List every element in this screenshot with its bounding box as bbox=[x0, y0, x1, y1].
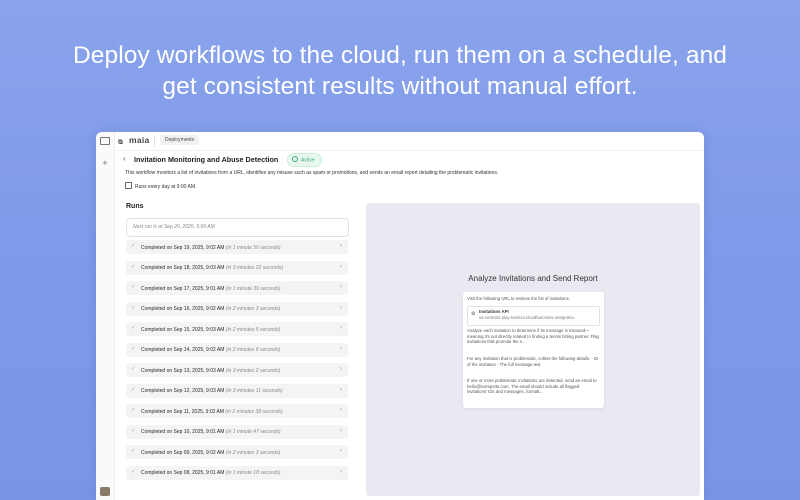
check-circle-icon: ✓ bbox=[131, 427, 136, 434]
chevron-right-icon: › bbox=[340, 366, 342, 372]
maia-logo-icon: ᴓ bbox=[118, 137, 124, 146]
run-label: Completed on Sep 12, 2025, 9:03 AM bbox=[141, 388, 225, 394]
run-duration: (in 2 minutes 3 seconds) bbox=[225, 449, 281, 456]
run-list: ✓ Completed on Sep 19, 2025, 9:02 AM (in … bbox=[126, 240, 348, 486]
next-run-box: Next run is at Sep 20, 2025, 9:00 AM bbox=[126, 218, 349, 237]
app-window: + ᴓ maia Deployments ‹ Invitation Monitor… bbox=[96, 132, 704, 500]
preview-intro: Visit the following URL to retrieve the … bbox=[467, 296, 570, 301]
run-item[interactable]: ✓ Completed on Sep 12, 2025, 9:03 AM (in … bbox=[126, 383, 348, 398]
gear-icon: ⚙ bbox=[471, 311, 476, 317]
hero-headline: Deploy workflows to the cloud, run them … bbox=[0, 40, 800, 102]
run-duration: (in 1 minute 39 seconds) bbox=[225, 285, 281, 292]
check-circle-icon: ✓ bbox=[131, 468, 136, 475]
preview-paragraph-3: If one or more problematic invitations a… bbox=[467, 378, 597, 395]
top-bar: ᴓ maia Deployments bbox=[114, 132, 704, 151]
run-item[interactable]: ✓ Completed on Sep 09, 2025, 9:02 AM (in … bbox=[126, 445, 348, 459]
back-chevron-icon[interactable]: ‹ bbox=[123, 154, 126, 163]
chevron-right-icon: › bbox=[340, 345, 342, 352]
check-circle-icon: ✓ bbox=[131, 366, 136, 372]
brand-name: maia bbox=[129, 135, 150, 145]
hero-headline-line-2: get consistent results without manual ef… bbox=[162, 73, 638, 100]
chevron-right-icon: › bbox=[340, 468, 342, 475]
api-name: Invitations API bbox=[479, 309, 509, 314]
chevron-right-icon: › bbox=[340, 243, 342, 249]
sidebar-toggle-icon[interactable] bbox=[100, 137, 110, 145]
run-label: Completed on Sep 18, 2025, 9:03 AM bbox=[141, 265, 225, 271]
check-circle-icon: ✓ bbox=[131, 345, 136, 352]
chevron-right-icon: › bbox=[340, 325, 342, 331]
run-duration: (in 1 minute 18 seconds) bbox=[225, 470, 281, 476]
run-label: Completed on Sep 15, 2025, 9:03 AM bbox=[141, 326, 225, 333]
chevron-right-icon: › bbox=[340, 284, 342, 290]
chevron-right-icon: › bbox=[340, 263, 342, 270]
run-item[interactable]: ✓ Completed on Sep 11, 2025, 9:02 AM (in … bbox=[126, 404, 348, 418]
plus-icon[interactable]: + bbox=[100, 158, 110, 168]
schedule-info: Runs every day at 9:00 AM. bbox=[125, 182, 196, 190]
run-duration: (in 2 minutes 8 seconds) bbox=[225, 347, 281, 353]
run-item[interactable]: ✓ Completed on Sep 14, 2025, 9:02 AM (in … bbox=[126, 342, 348, 357]
run-label: Completed on Sep 16, 2025, 9:02 AM bbox=[141, 306, 225, 312]
check-circle-icon: ✓ bbox=[131, 448, 136, 454]
hero-headline-line-1: Deploy workflows to the cloud, run them … bbox=[72, 42, 728, 69]
run-label: Completed on Sep 11, 2025, 9:02 AM bbox=[141, 408, 225, 415]
calendar-icon bbox=[125, 182, 132, 189]
check-circle-icon: ✓ bbox=[131, 304, 136, 311]
preview-title: Analyze Invitations and Send Report bbox=[468, 274, 598, 283]
run-duration: (in 1 minute 47 seconds) bbox=[225, 429, 281, 435]
run-duration: (in 1 minute 56 seconds) bbox=[225, 244, 281, 251]
status-badge: Active bbox=[287, 153, 322, 167]
workflow-description: This workflow monitors a list of invitat… bbox=[125, 170, 499, 176]
run-label: Completed on Sep 09, 2025, 9:02 AM bbox=[141, 449, 225, 456]
brand-logo[interactable]: ᴓ maia bbox=[118, 135, 150, 146]
run-item[interactable]: ✓ Completed on Sep 18, 2025, 9:03 AM (in … bbox=[126, 260, 348, 275]
run-item[interactable]: ✓ Completed on Sep 13, 2025, 9:03 AM (in … bbox=[126, 363, 348, 377]
run-label: Completed on Sep 19, 2025, 9:02 AM bbox=[141, 244, 225, 251]
run-item[interactable]: ✓ Completed on Sep 17, 2025, 9:01 AM (in … bbox=[126, 281, 348, 295]
run-item[interactable]: ✓ Completed on Sep 16, 2025, 9:02 AM (in … bbox=[126, 301, 348, 316]
run-item[interactable]: ✓ Completed on Sep 15, 2025, 9:03 AM (in … bbox=[126, 322, 348, 336]
avatar[interactable] bbox=[100, 487, 110, 496]
run-label: Completed on Sep 08, 2025, 9:01 AM bbox=[141, 470, 225, 476]
breadcrumb-deployments[interactable]: Deployments bbox=[160, 135, 200, 145]
run-label: Completed on Sep 17, 2025, 9:01 AM bbox=[141, 285, 225, 292]
api-block[interactable]: ⚙ Invitations API us-central1-play-tenni… bbox=[467, 306, 600, 326]
left-rail: + bbox=[96, 132, 115, 500]
check-circle-icon: ✓ bbox=[131, 386, 136, 393]
chevron-right-icon: › bbox=[340, 448, 342, 454]
run-label: Completed on Sep 13, 2025, 9:03 AM bbox=[141, 367, 225, 374]
chevron-right-icon: › bbox=[340, 427, 342, 434]
run-duration: (in 2 minutes 5 seconds) bbox=[225, 326, 281, 333]
runs-heading: Runs bbox=[126, 203, 144, 210]
page-title: Invitation Monitoring and Abuse Detectio… bbox=[134, 155, 279, 164]
schedule-label: Runs every day at 9:00 AM. bbox=[135, 184, 197, 190]
breadcrumb-divider bbox=[154, 136, 155, 146]
run-duration: (in 3 minutes 2 seconds) bbox=[225, 367, 281, 374]
api-url: us-central1-play-tennis4.cloudfunctions.… bbox=[479, 315, 577, 320]
status-label: Active bbox=[301, 157, 315, 164]
check-circle-icon: ✓ bbox=[131, 407, 136, 413]
chevron-right-icon: › bbox=[340, 304, 342, 311]
run-label: Completed on Sep 14, 2025, 9:02 AM bbox=[141, 347, 225, 353]
check-circle-icon: ✓ bbox=[131, 284, 136, 290]
preview-card: Visit the following URL to retrieve the … bbox=[463, 292, 604, 408]
run-item[interactable]: ✓ Completed on Sep 08, 2025, 9:01 AM (in … bbox=[126, 465, 348, 480]
run-duration: (in 2 minutes 38 seconds) bbox=[225, 408, 283, 415]
run-duration: (in 3 minutes 11 seconds) bbox=[225, 388, 283, 394]
run-label: Completed on Sep 10, 2025, 9:01 AM bbox=[141, 429, 225, 435]
chevron-right-icon: › bbox=[340, 386, 342, 393]
next-run-label: Next run is at Sep 20, 2025, 9:00 AM bbox=[133, 224, 215, 230]
workflow-preview-panel: Analyze Invitations and Send Report Visi… bbox=[366, 203, 700, 496]
run-duration: (in 2 minutes 3 seconds) bbox=[225, 306, 281, 312]
run-item[interactable]: ✓ Completed on Sep 10, 2025, 9:01 AM (in … bbox=[126, 424, 348, 439]
check-circle-icon: ✓ bbox=[131, 263, 136, 270]
run-duration: (in 3 minutes 22 seconds) bbox=[225, 265, 284, 271]
preview-paragraph-1: Analyze each invitation to determine if … bbox=[467, 328, 599, 345]
check-circle-icon: ✓ bbox=[131, 243, 136, 249]
preview-paragraph-2: For any invitation that is problematic, … bbox=[467, 356, 599, 367]
run-item[interactable]: ✓ Completed on Sep 19, 2025, 9:02 AM (in … bbox=[126, 240, 348, 254]
status-dot-icon bbox=[292, 156, 298, 162]
check-circle-icon: ✓ bbox=[131, 325, 136, 331]
chevron-right-icon: › bbox=[340, 407, 342, 413]
